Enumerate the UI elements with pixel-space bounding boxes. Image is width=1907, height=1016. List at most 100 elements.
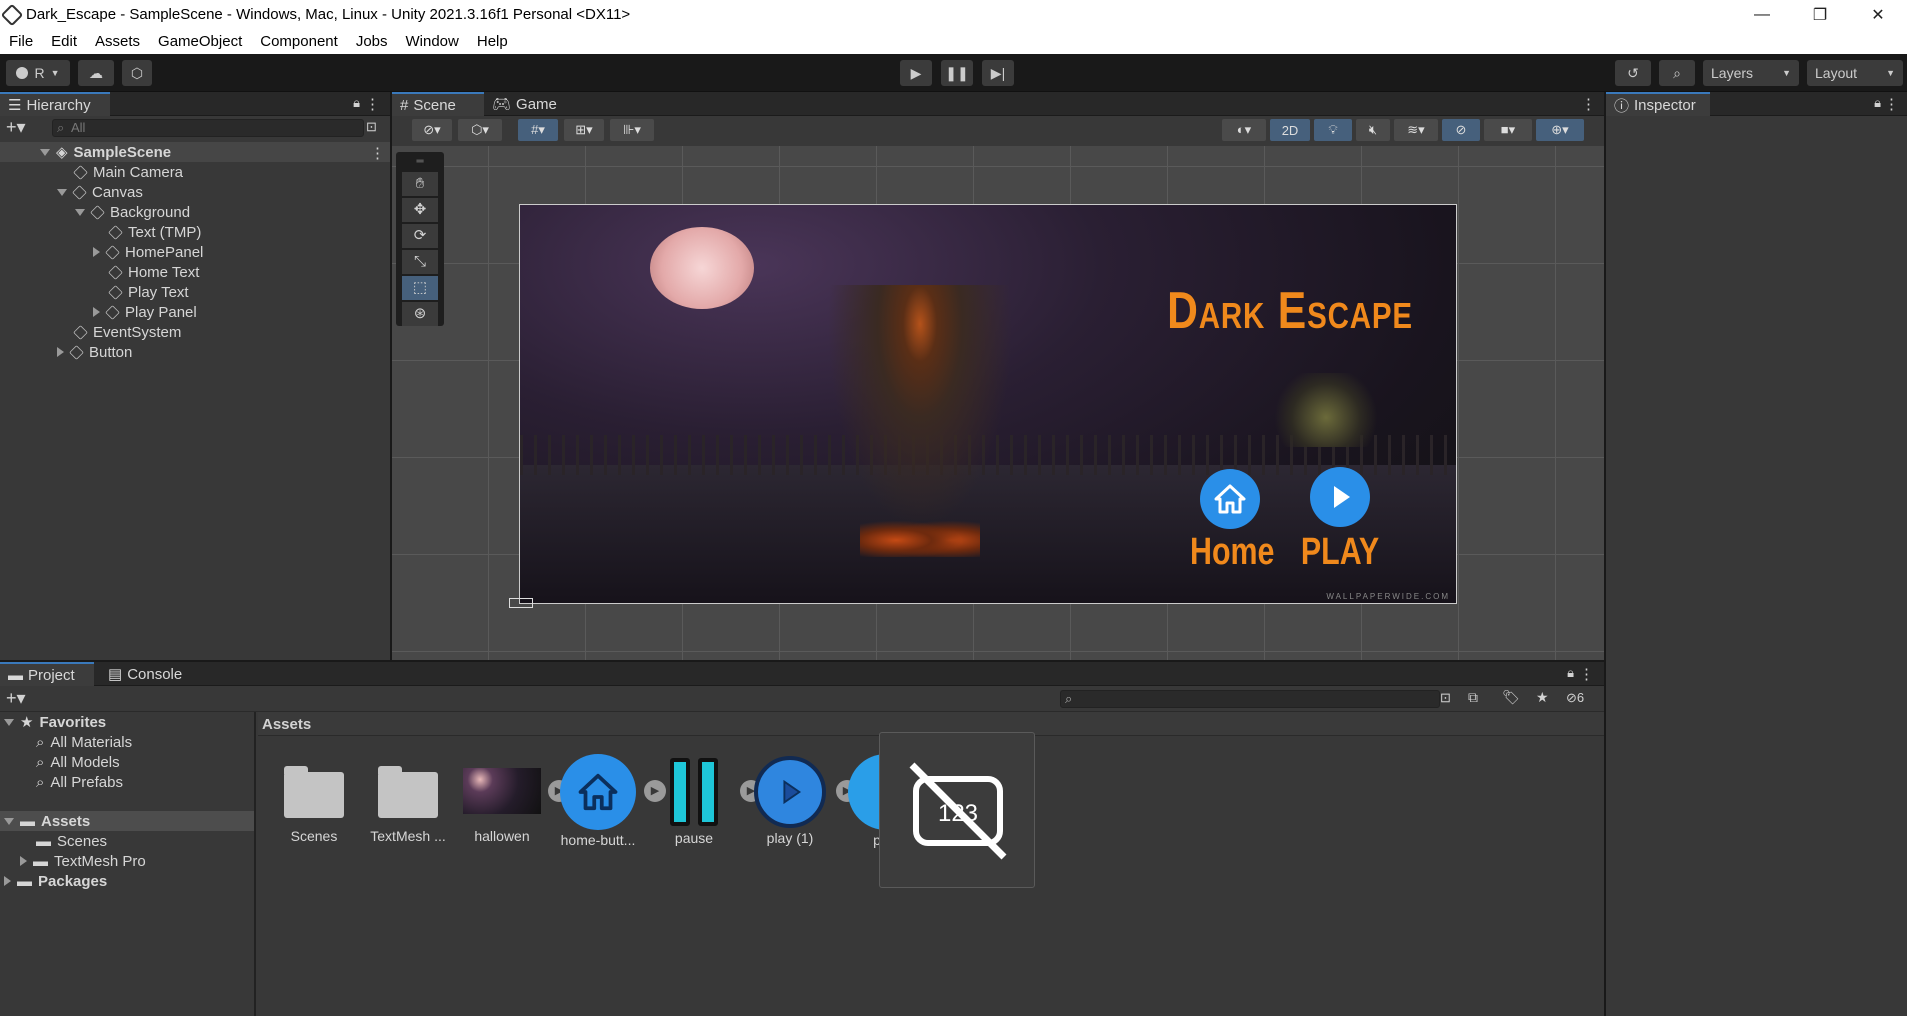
maximize-button[interactable]: ❐ (1791, 0, 1849, 29)
search-icon: ⌕ (1673, 64, 1681, 81)
hierarchy-item-play-panel[interactable]: Play Panel (93, 302, 197, 322)
lock-icon[interactable]: 🔒︎ (1874, 95, 1881, 111)
undo-history-button[interactable]: ↺ (1615, 60, 1651, 86)
search-options-icon[interactable]: ⊡ (1440, 690, 1451, 706)
scene-row[interactable]: ◈ SampleScene (40, 142, 171, 162)
rect-tool-button[interactable]: ⬚ (402, 276, 438, 300)
lock-icon[interactable]: 🔒︎ (1567, 665, 1574, 681)
menu-gameobject[interactable]: GameObject (149, 33, 251, 50)
draw-mode-dropdown[interactable]: ⊘▾ (412, 119, 452, 141)
2d-toggle[interactable]: 2D (1270, 119, 1310, 141)
asset-play-1[interactable]: play (1) (750, 756, 830, 846)
hierarchy-item-play-text[interactable]: Play Text (108, 282, 189, 302)
menu-edit[interactable]: Edit (42, 33, 86, 50)
scene-more-icon[interactable]: ⋮ (370, 144, 385, 162)
folder-scenes[interactable]: ▬ Scenes (36, 831, 107, 851)
packages-row[interactable]: ▬ Packages (4, 871, 107, 891)
lighting-toggle[interactable]: 💡︎ (1314, 119, 1352, 141)
collab-button[interactable]: ⬡ (122, 60, 152, 86)
rotate-tool-button[interactable]: ⟳ (402, 224, 438, 248)
hierarchy-item-background[interactable]: Background (75, 202, 190, 222)
hierarchy-item-button[interactable]: Button (57, 342, 132, 362)
hierarchy-item-eventsystem[interactable]: EventSystem (73, 322, 181, 342)
grid-settings-dropdown[interactable]: ⊪▾ (610, 119, 654, 141)
play-button-ui[interactable] (1310, 467, 1370, 527)
menu-window[interactable]: Window (397, 33, 468, 50)
tab-inspector[interactable]: ⓘ Inspector (1606, 92, 1710, 116)
minimize-button[interactable]: — (1733, 0, 1791, 29)
asset-hallowen[interactable]: hallowen (462, 760, 542, 844)
lock-icon[interactable]: 🔒︎ (353, 95, 360, 111)
close-button[interactable]: ✕ (1849, 0, 1907, 29)
pause-button[interactable]: ❚❚ (941, 60, 973, 86)
asset-home-button[interactable]: home-butt... (558, 754, 638, 848)
step-button[interactable]: ▶| (982, 60, 1014, 86)
favorite-all-materials[interactable]: ⌕ All Materials (36, 732, 132, 752)
tab-project[interactable]: ▬ Project (0, 662, 94, 686)
project-search-input[interactable]: ⌕ (1060, 690, 1440, 708)
gizmos-dropdown[interactable]: ⊕▾ (1536, 119, 1584, 141)
breadcrumb-label: Assets (262, 716, 312, 733)
hierarchy-item-canvas[interactable]: Canvas (57, 182, 143, 202)
search-button[interactable]: ⌕ (1659, 60, 1695, 86)
home-button[interactable] (1200, 469, 1260, 529)
menu-component[interactable]: Component (251, 33, 347, 50)
scene-viewport[interactable]: ═ ✋︎ ✥ ⟳ ⤡ ⬚ ⊛ Dark Escape Home PLAY WAL… (392, 146, 1604, 660)
canvas-corner-handle[interactable] (509, 598, 533, 608)
cloud-button[interactable]: ☁ (78, 60, 114, 86)
hidden-packages-toggle[interactable]: ⊘6 (1566, 690, 1584, 706)
drag-handle-icon[interactable]: ═ (400, 156, 440, 170)
effects-dropdown[interactable]: ≋▾ (1394, 119, 1438, 141)
menu-bar: File Edit Assets GameObject Component Jo… (0, 29, 1907, 54)
menu-help[interactable]: Help (468, 33, 517, 50)
scale-tool-button[interactable]: ⤡ (402, 250, 438, 274)
more-icon[interactable]: ⋮ (1884, 95, 1899, 113)
folder-textmesh-pro[interactable]: ▬ TextMesh Pro (20, 851, 146, 871)
tab-game[interactable]: 🎮︎ Game (484, 92, 574, 116)
grid-snap-toggle[interactable]: #▾ (518, 119, 558, 141)
hierarchy-item-home-text[interactable]: Home Text (108, 262, 199, 282)
tab-console[interactable]: ▤ Console (100, 662, 196, 686)
add-object-button[interactable]: +▾ (6, 117, 26, 138)
assets-folder-row[interactable]: ▬ Assets (4, 811, 90, 831)
game-canvas[interactable]: Dark Escape Home PLAY WALLPAPERWIDE.COM (519, 204, 1457, 604)
transform-tool-button[interactable]: ⊛ (402, 302, 438, 326)
asset-scenes[interactable]: Scenes (274, 760, 354, 844)
menu-file[interactable]: File (0, 33, 42, 50)
menu-assets[interactable]: Assets (86, 33, 149, 50)
camera-dropdown[interactable]: ■▾ (1484, 119, 1532, 141)
tab-scene[interactable]: # Scene (392, 92, 484, 116)
house-image (1274, 373, 1378, 447)
more-icon[interactable]: ⋮ (365, 95, 380, 113)
audio-toggle[interactable]: 🔇︎ (1356, 119, 1390, 141)
visibility-toggle[interactable]: ⊘ (1442, 119, 1480, 141)
search-options-icon[interactable]: ⊡ (366, 119, 377, 135)
hierarchy-item-homepanel[interactable]: HomePanel (93, 242, 203, 262)
layers-dropdown[interactable]: Layers ▼ (1703, 60, 1799, 86)
more-icon[interactable]: ⋮ (1579, 665, 1594, 683)
menu-jobs[interactable]: Jobs (347, 33, 397, 50)
more-icon[interactable]: ⋮ (1581, 95, 1596, 113)
collapse-arrow-icon (4, 876, 11, 886)
hierarchy-item-text-tmp[interactable]: Text (TMP) (108, 222, 201, 242)
asset-pause[interactable]: pause (654, 758, 734, 846)
hierarchy-search-input[interactable]: ⌕ All (52, 119, 364, 137)
render-mode-dropdown[interactable]: ⬡▾ (458, 119, 502, 141)
tab-hierarchy[interactable]: ☰ Hierarchy (0, 92, 110, 116)
hierarchy-item-main-camera[interactable]: Main Camera (73, 162, 183, 182)
layout-dropdown[interactable]: Layout ▼ (1807, 60, 1903, 86)
play-button[interactable]: ▶ (900, 60, 932, 86)
favorite-star-icon[interactable]: ★ (1536, 689, 1549, 706)
filter-label-icon[interactable]: 🏷︎ (1502, 689, 1520, 706)
shading-dropdown[interactable]: ◐▾ (1222, 119, 1266, 141)
increment-snap-dropdown[interactable]: ⊞▾ (564, 119, 604, 141)
favorite-all-prefabs[interactable]: ⌕ All Prefabs (36, 772, 123, 792)
account-dropdown[interactable]: R ▼ (6, 60, 70, 86)
favorites-row[interactable]: ★ Favorites (4, 712, 106, 732)
asset-textmesh[interactable]: TextMesh ... (368, 760, 448, 844)
create-asset-button[interactable]: +▾ (6, 688, 26, 709)
filter-type-icon[interactable]: ⧉ (1468, 689, 1478, 706)
favorite-all-models[interactable]: ⌕ All Models (36, 752, 120, 772)
move-tool-button[interactable]: ✥ (402, 198, 438, 222)
hand-tool-button[interactable]: ✋︎ (402, 172, 438, 196)
